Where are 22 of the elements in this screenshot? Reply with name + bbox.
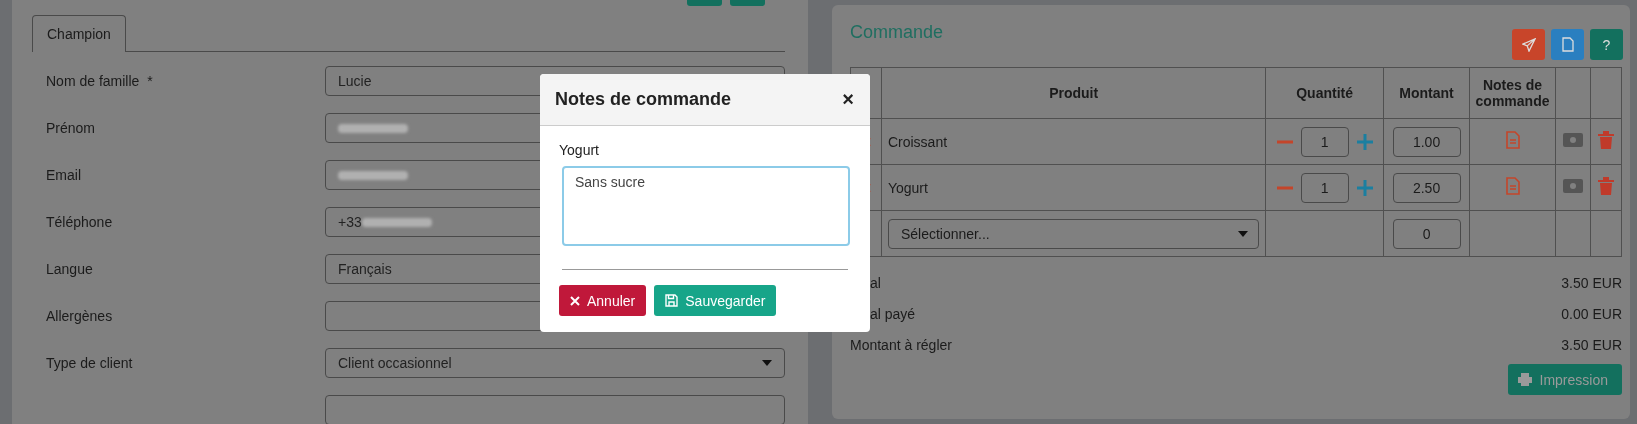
- total-label: Montant à régler: [850, 337, 952, 353]
- total-value: 3.50 EUR: [1561, 275, 1622, 291]
- total-value: 0.00 EUR: [1561, 306, 1622, 322]
- panel-title: Commande: [850, 22, 944, 43]
- table-cell: Yogurt: [881, 164, 1266, 211]
- table-cell: Croissant: [881, 118, 1266, 165]
- field-label: Allergènes: [46, 308, 114, 324]
- field-label: Téléphone: [46, 214, 114, 230]
- dialog-title: Notes de commande: [555, 89, 732, 110]
- field-label: Email: [46, 167, 82, 183]
- field-label: Prénom: [46, 120, 97, 136]
- column-header: Produit: [881, 67, 1266, 119]
- total-label: al payé: [869, 306, 916, 322]
- field-label: Yogurt: [559, 142, 600, 158]
- field-label: Nom de famille *: [46, 73, 154, 89]
- column-header: Notes de commande: [1469, 67, 1556, 119]
- total-label: al: [869, 275, 881, 291]
- total-value: 3.50 EUR: [1561, 337, 1622, 353]
- column-header: Quantité: [1265, 67, 1384, 119]
- field-label: Langue: [46, 261, 94, 277]
- column-header: Montant: [1383, 67, 1470, 119]
- field-label: Type de client: [46, 355, 134, 371]
